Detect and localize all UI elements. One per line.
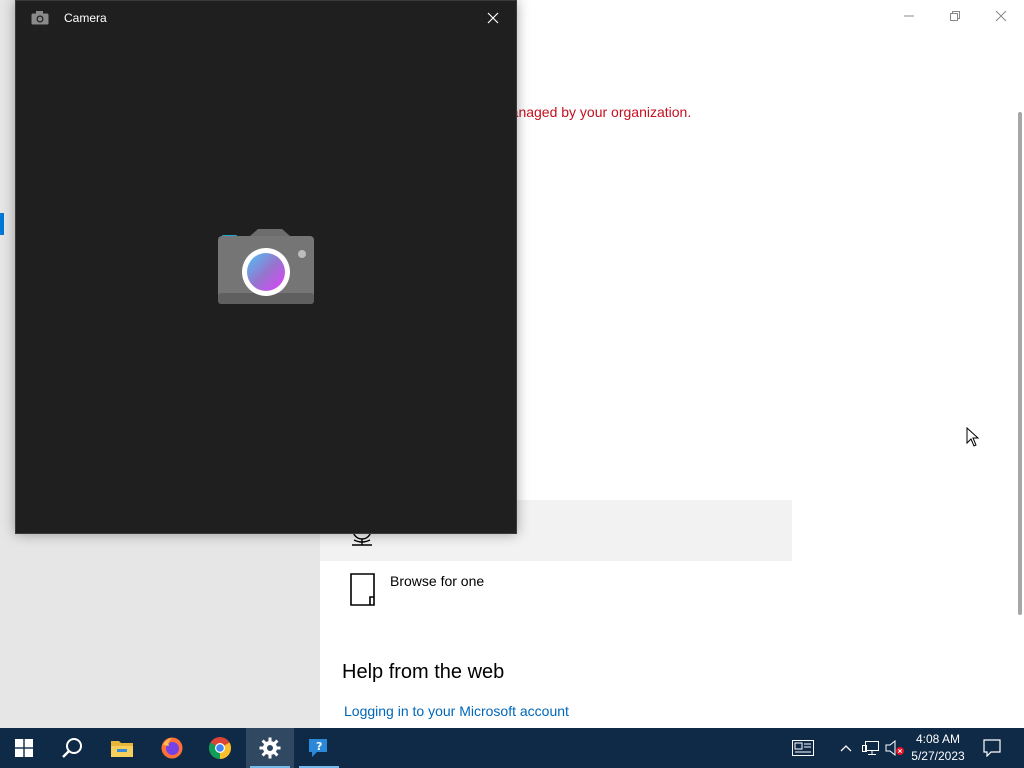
get-help-icon: ? bbox=[309, 739, 327, 757]
camera-app-icon bbox=[31, 10, 49, 31]
chevron-up-icon bbox=[840, 745, 852, 752]
settings-close-button[interactable] bbox=[978, 0, 1024, 32]
news-icon bbox=[792, 740, 814, 756]
network-icon bbox=[862, 741, 879, 755]
chrome-icon bbox=[209, 737, 231, 759]
browse-label[interactable]: Browse for one bbox=[390, 573, 484, 589]
file-explorer-button[interactable] bbox=[98, 728, 146, 768]
camera-close-button[interactable] bbox=[470, 1, 516, 35]
volume-muted-icon bbox=[885, 740, 904, 756]
help-link[interactable]: Logging in to your Microsoft account bbox=[344, 703, 569, 719]
file-explorer-icon bbox=[111, 741, 133, 757]
network-button[interactable] bbox=[860, 728, 882, 768]
help-heading: Help from the web bbox=[342, 661, 505, 683]
chrome-button[interactable] bbox=[196, 728, 244, 768]
firefox-button[interactable] bbox=[148, 728, 196, 768]
windows-logo-icon bbox=[15, 739, 33, 757]
camera-titlebar[interactable]: Camera bbox=[16, 1, 516, 35]
mouse-cursor bbox=[966, 426, 980, 452]
show-hidden-icons-button[interactable] bbox=[837, 728, 855, 768]
restore-button[interactable] bbox=[932, 0, 978, 32]
settings-icon bbox=[259, 737, 281, 759]
camera-placeholder-icon bbox=[216, 227, 316, 312]
minimize-icon bbox=[904, 15, 914, 17]
clock-time: 4:08 AM bbox=[915, 732, 961, 746]
notification-icon bbox=[983, 739, 1001, 757]
nav-selection-indicator bbox=[0, 213, 4, 235]
firefox-icon bbox=[161, 737, 183, 759]
camera-window-title: Camera bbox=[64, 11, 107, 25]
file-icon bbox=[349, 573, 377, 612]
clock[interactable]: 4:08 AM 5/27/2023 bbox=[906, 731, 970, 765]
start-button[interactable] bbox=[0, 728, 48, 768]
restore-icon bbox=[950, 11, 960, 21]
clock-date: 5/27/2023 bbox=[911, 749, 965, 763]
get-help-button[interactable]: ? bbox=[295, 728, 343, 768]
scrollbar[interactable] bbox=[1018, 112, 1022, 615]
camera-window: Camera bbox=[15, 0, 517, 534]
search-button[interactable] bbox=[48, 728, 96, 768]
settings-taskbar-button[interactable] bbox=[246, 728, 294, 768]
search-icon bbox=[62, 738, 82, 758]
close-icon bbox=[487, 12, 499, 24]
minimize-button[interactable] bbox=[886, 0, 932, 32]
action-center-button[interactable] bbox=[978, 728, 1006, 768]
close-icon bbox=[995, 10, 1007, 22]
svg-text:?: ? bbox=[316, 740, 322, 753]
news-widget-button[interactable] bbox=[788, 728, 818, 768]
browse-option[interactable] bbox=[320, 561, 792, 617]
volume-button[interactable] bbox=[884, 728, 906, 768]
